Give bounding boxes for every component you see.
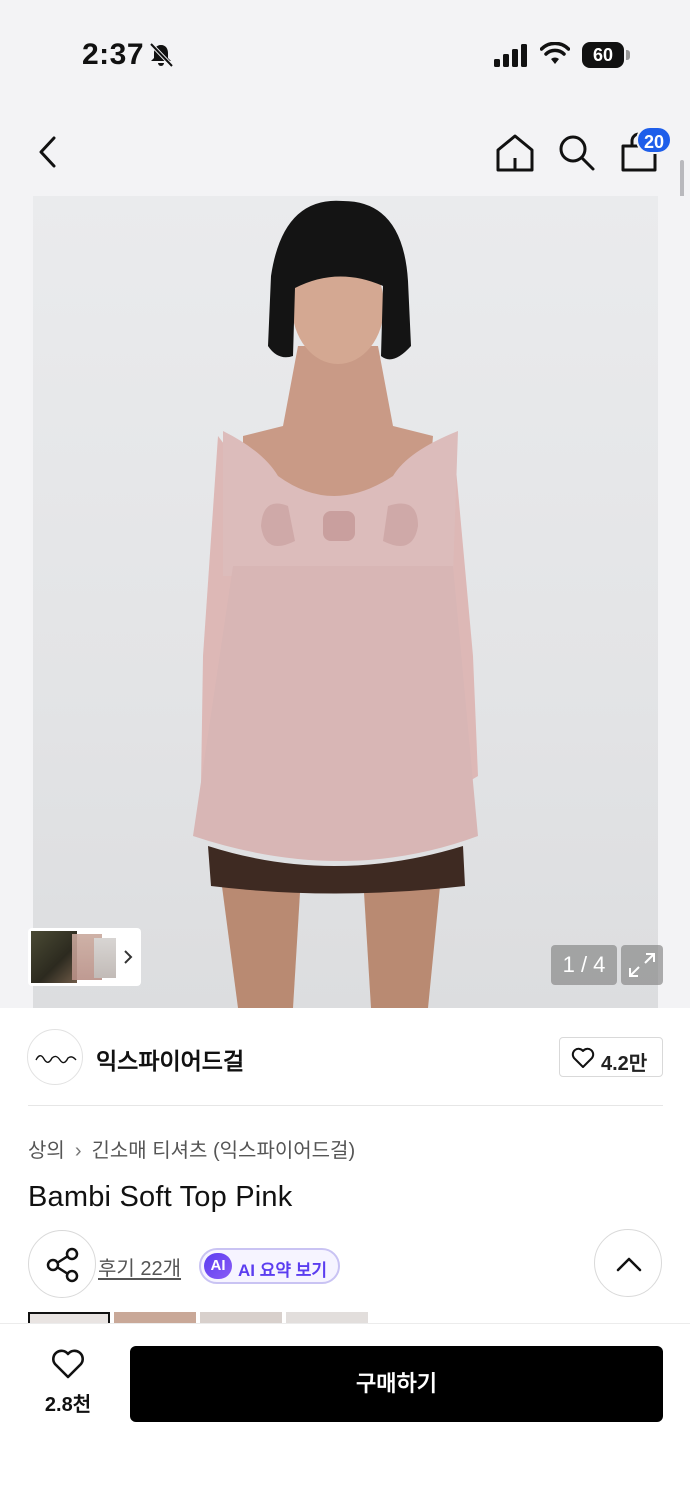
brand-logo-mark bbox=[35, 1055, 77, 1064]
battery-icon: 60 bbox=[582, 42, 630, 68]
divider bbox=[28, 1105, 663, 1106]
scroll-to-top-button[interactable] bbox=[594, 1229, 662, 1297]
battery-cap bbox=[626, 50, 630, 60]
bottom-action-bar: 2.8천 구매하기 bbox=[0, 1323, 690, 1500]
expand-icon bbox=[629, 953, 655, 977]
breadcrumb-category[interactable]: 상의 bbox=[28, 1140, 65, 1162]
expand-image-button[interactable] bbox=[621, 945, 663, 985]
battery-level: 60 bbox=[582, 42, 624, 68]
brand-name[interactable]: 익스파이어드걸 bbox=[96, 1042, 244, 1076]
wishlist-count: 2.8천 bbox=[44, 1394, 92, 1416]
chevron-right-icon[interactable] bbox=[121, 947, 135, 967]
review-count-link[interactable]: 후기 22개 bbox=[98, 1252, 181, 1281]
top-navigation bbox=[0, 110, 690, 196]
buy-button[interactable]: 구매하기 bbox=[130, 1346, 663, 1422]
back-arrow-icon[interactable] bbox=[32, 132, 66, 172]
image-page-counter: 1 / 4 bbox=[551, 945, 617, 985]
home-icon[interactable] bbox=[494, 132, 536, 174]
product-title: Bambi Soft Top Pink bbox=[28, 1181, 293, 1213]
model-illustration bbox=[193, 200, 478, 1008]
share-icon bbox=[46, 1247, 79, 1283]
product-photo[interactable] bbox=[33, 196, 658, 1008]
thumbnail-image[interactable] bbox=[94, 938, 116, 978]
brand-row[interactable]: 익스파이어드걸 4.2만 bbox=[0, 1008, 690, 1106]
cart-count-badge[interactable]: 20 bbox=[636, 126, 673, 154]
share-button[interactable] bbox=[28, 1230, 96, 1298]
status-time: 2:37 bbox=[82, 38, 145, 71]
brand-like-button[interactable]: 4.2만 bbox=[559, 1037, 663, 1077]
ai-summary-button[interactable]: AI AI 요약 보기 bbox=[199, 1248, 340, 1284]
chevron-up-icon bbox=[616, 1257, 642, 1272]
status-bar: 2:37 60 bbox=[0, 0, 690, 110]
thumbnail-image[interactable] bbox=[31, 931, 77, 983]
wishlist-button[interactable]: 2.8천 bbox=[32, 1346, 104, 1422]
search-icon[interactable] bbox=[556, 132, 596, 172]
cellular-signal-icon bbox=[494, 44, 527, 67]
chevron-right-icon: › bbox=[74, 1140, 82, 1162]
heart-outline-icon bbox=[571, 1047, 595, 1068]
thumbnail-preview-strip[interactable] bbox=[28, 928, 141, 986]
bell-off-icon bbox=[149, 42, 174, 68]
brand-like-count: 4.2만 bbox=[601, 1053, 648, 1075]
brand-logo[interactable] bbox=[27, 1029, 83, 1085]
wifi-icon bbox=[540, 42, 570, 64]
category-breadcrumb: 상의 › 긴소매 티셔츠 (익스파이어드걸) bbox=[28, 1134, 355, 1163]
heart-outline-icon bbox=[52, 1349, 84, 1379]
breadcrumb-subcategory[interactable]: 긴소매 티셔츠 (익스파이어드걸) bbox=[91, 1140, 355, 1162]
ai-summary-label: AI 요약 보기 bbox=[238, 1261, 328, 1280]
ai-badge-icon: AI bbox=[204, 1253, 232, 1279]
product-image-gallery[interactable] bbox=[0, 196, 690, 1008]
